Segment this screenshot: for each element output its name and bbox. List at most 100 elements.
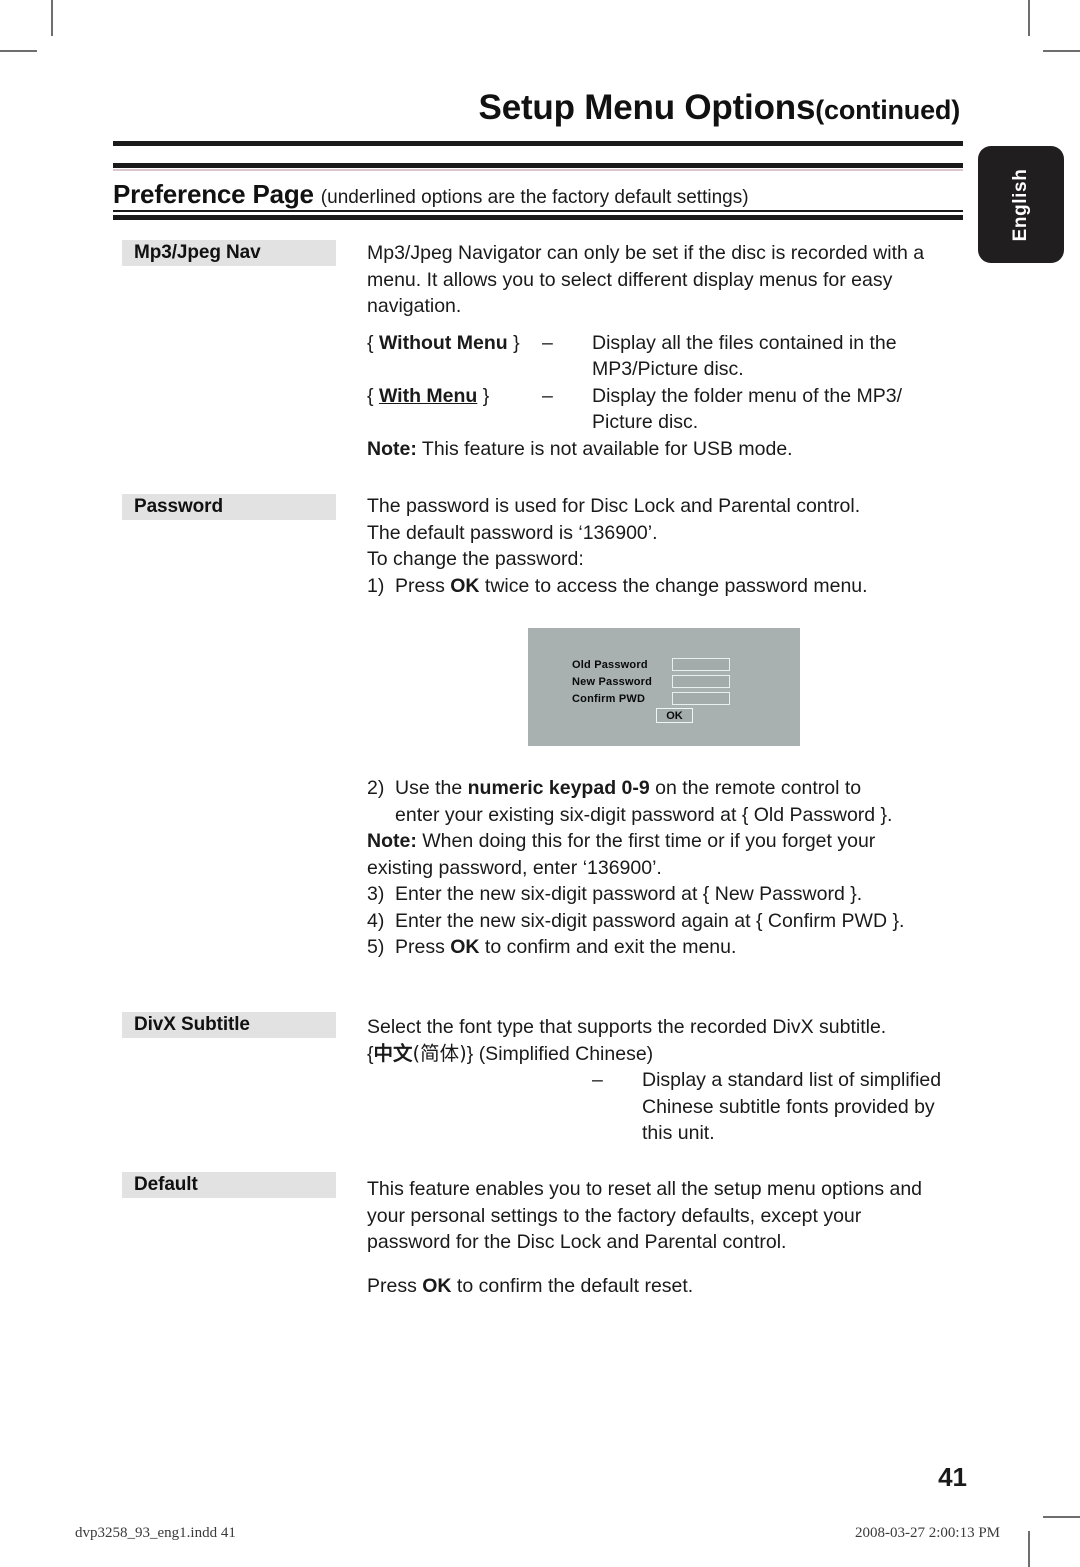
divx-desc-cont: Chinese subtitle fonts provided by xyxy=(642,1095,935,1118)
option-key-text: With Menu xyxy=(378,384,478,407)
step-text: Enter the new six-digit password again a… xyxy=(395,909,905,932)
option-value: Display all the files contained in the xyxy=(592,331,897,354)
osd-ok-button[interactable]: OK xyxy=(656,708,693,723)
step-text: Enter the new six-digit password at { Ne… xyxy=(395,883,863,905)
section-label-default: Default xyxy=(122,1172,336,1198)
section-label-password: Password xyxy=(122,494,336,520)
crop-mark-top-left-vertical xyxy=(51,0,53,36)
key-numeric-keypad: numeric keypad 0-9 xyxy=(467,777,650,799)
footer-timestamp: 2008-03-27 2:00:13 PM xyxy=(855,1525,1001,1541)
key-ok: OK xyxy=(450,936,480,958)
page-title-continued: (continued) xyxy=(815,95,960,125)
osd-input-new-password[interactable] xyxy=(672,675,730,688)
osd-label: Confirm PWD xyxy=(572,692,646,705)
confirm-post: to confirm the default reset. xyxy=(451,1274,694,1297)
step-number: 2) xyxy=(367,777,385,799)
note-text: This feature is not available for USB mo… xyxy=(421,437,793,460)
step-number: 4) xyxy=(367,909,385,932)
option-without-menu: { Without Menu } – Display all the files… xyxy=(367,330,967,357)
crop-mark-top-right-vertical xyxy=(1028,0,1030,36)
option-dash: – xyxy=(542,384,553,407)
osd-input-old-password[interactable] xyxy=(672,658,730,671)
pref-rule-bottom-thick xyxy=(113,215,963,220)
step-text: Press OK to confirm and exit the menu. xyxy=(395,934,967,961)
section-label-text: Mp3/Jpeg Nav xyxy=(134,242,261,263)
step-text-post: on the remote control to xyxy=(649,777,862,799)
key-ok: OK xyxy=(422,1274,452,1297)
note-label: Note: xyxy=(367,437,417,460)
osd-label: Old Password xyxy=(572,658,648,671)
divx-option-line: {中文(简体)} (Simplified Chinese) xyxy=(367,1041,967,1068)
note-line: Note: This feature is not available for … xyxy=(367,436,967,463)
confirm-pre: Press xyxy=(367,1274,423,1297)
divx-option-suffix: (Simplified Chinese) xyxy=(478,1042,654,1065)
option-key: { With Menu } xyxy=(367,383,542,410)
password-step-5: 5) Press OK to confirm and exit the menu… xyxy=(367,934,967,961)
divx-desc: Display a standard list of simplified xyxy=(642,1069,942,1091)
document-page: Setup Menu Options(continued) Preference… xyxy=(0,0,1080,1567)
key-ok: OK xyxy=(450,574,480,597)
osd-label: New Password xyxy=(572,675,653,688)
brace-close: } xyxy=(466,1042,474,1065)
pref-rule-top-accent xyxy=(113,169,963,171)
option-value: Display the folder menu of the MP3/ xyxy=(592,384,902,407)
default-confirm-line: Press OK to confirm the default reset. xyxy=(367,1273,967,1300)
step-text-post: twice to access the change password menu… xyxy=(479,574,868,597)
step-text-pre: Use the xyxy=(395,777,468,799)
divx-desc-cont: this unit. xyxy=(642,1122,715,1144)
preference-page-title: Preference Page xyxy=(113,179,314,209)
option-dash: – xyxy=(542,331,553,354)
option-key-text: Without Menu xyxy=(378,331,508,354)
brace-close: } xyxy=(482,384,490,407)
step-number: 5) xyxy=(367,936,385,958)
password-osd-screenshot: Old Password New Password Confirm PWD OK xyxy=(528,628,800,746)
option-value-cont: MP3/Picture disc. xyxy=(592,358,744,380)
step-text: Press OK twice to access the change pass… xyxy=(395,573,967,600)
step-number: 1) xyxy=(367,574,385,597)
step-number: 3) xyxy=(367,883,385,905)
osd-row-confirm-pwd: Confirm PWD xyxy=(572,690,730,707)
default-line: your personal settings to the factory de… xyxy=(367,1204,862,1227)
osd-input-confirm-pwd[interactable] xyxy=(672,692,730,705)
option-with-menu: { With Menu } – Display the folder menu … xyxy=(367,383,967,410)
step-text-cont: enter your existing six-digit password a… xyxy=(395,803,893,826)
intro-line: navigation. xyxy=(367,295,462,317)
intro-line: menu. It allows you to select different … xyxy=(367,268,893,291)
footer-file-name: dvp3258_93_eng1.indd 41 xyxy=(75,1525,236,1541)
brace-open: { xyxy=(367,331,374,354)
section-body-password: The password is used for Disc Lock and P… xyxy=(367,493,967,599)
brace-close: } xyxy=(513,331,520,354)
option-key: { Without Menu } xyxy=(367,330,542,357)
section-label-divx-subtitle: DivX Subtitle xyxy=(122,1012,336,1038)
step-text-post: to confirm and exit the menu. xyxy=(479,936,737,958)
password-line: The password is used for Disc Lock and P… xyxy=(367,495,861,517)
divx-option-cjk-rest: (简体) xyxy=(412,1041,467,1065)
password-step-2: 2) Use the numeric keypad 0-9 on the rem… xyxy=(367,775,967,802)
password-step-2-cont: enter your existing six-digit password a… xyxy=(367,802,967,829)
note-label: Note: xyxy=(367,830,417,852)
page-number: 41 xyxy=(938,1462,967,1492)
pref-rule-bottom-thin xyxy=(113,210,963,212)
page-title: Setup Menu Options(continued) xyxy=(120,88,961,128)
osd-row-new-password: New Password xyxy=(572,673,730,690)
section-body-divx-subtitle: Select the font type that supports the r… xyxy=(367,1014,967,1147)
default-line: password for the Disc Lock and Parental … xyxy=(367,1231,787,1253)
step-text-pre: Press xyxy=(395,574,451,597)
section-label-text: DivX Subtitle xyxy=(134,1014,250,1035)
brace-open: { xyxy=(367,384,374,407)
password-step-1: 1) Press OK twice to access the change p… xyxy=(367,573,967,600)
osd-field-list: Old Password New Password Confirm PWD xyxy=(572,656,730,707)
default-line: This feature enables you to reset all th… xyxy=(367,1178,923,1200)
password-line: The default password is ‘136900’. xyxy=(367,521,658,544)
pref-rule-top-thick xyxy=(113,163,963,168)
option-value-cont: Picture disc. xyxy=(592,411,699,433)
password-line: To change the password: xyxy=(367,548,584,570)
section-label-text: Password xyxy=(134,496,223,517)
header-rule xyxy=(113,141,963,146)
password-step-4: 4) Enter the new six-digit password agai… xyxy=(367,908,967,935)
language-tab-english: English xyxy=(978,146,1064,263)
section-body-default: This feature enables you to reset all th… xyxy=(367,1176,967,1299)
step-text: Use the numeric keypad 0-9 on the remote… xyxy=(395,775,967,802)
option-dash: – xyxy=(592,1069,603,1091)
section-body-password-steps: 2) Use the numeric keypad 0-9 on the rem… xyxy=(367,775,967,961)
